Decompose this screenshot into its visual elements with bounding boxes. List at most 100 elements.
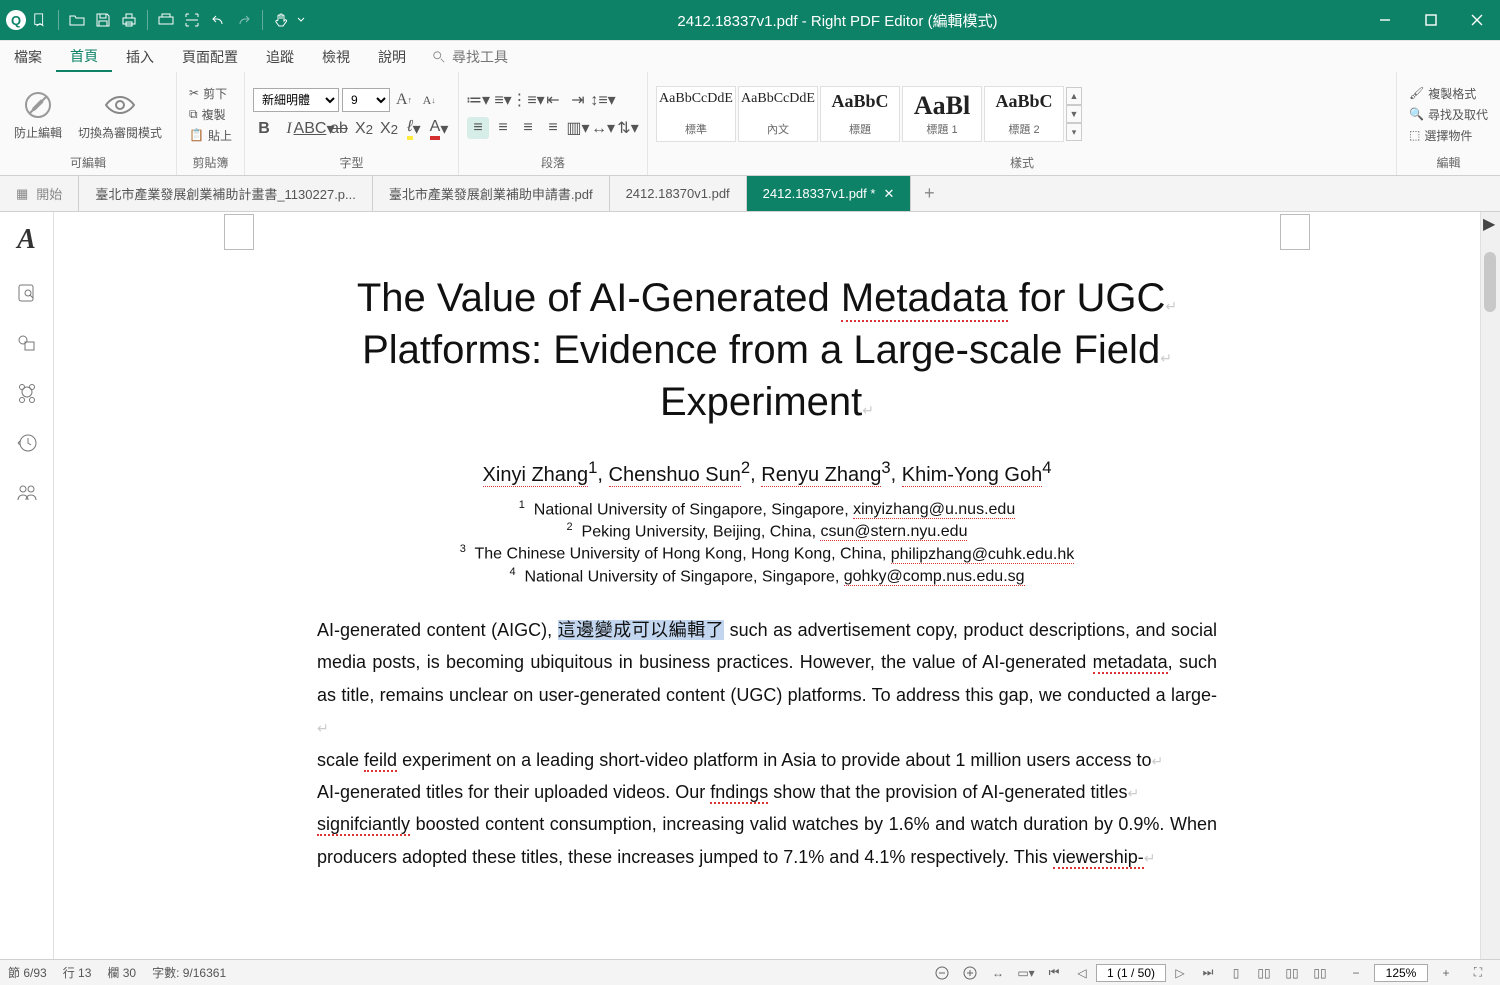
para-spacing-button[interactable]: ⇅▾ [617, 117, 639, 139]
bold-button[interactable]: B [253, 118, 275, 140]
history-panel-icon[interactable] [14, 430, 40, 456]
open-icon[interactable] [65, 8, 89, 32]
underline-button[interactable]: ABC▾ [303, 118, 325, 140]
next-page-icon[interactable]: ▷ [1166, 963, 1194, 983]
last-page-icon[interactable]: ⏭ [1194, 963, 1222, 983]
align-left-button[interactable]: ≡ [467, 117, 489, 139]
bullets-button[interactable]: ≔▾ [467, 89, 489, 111]
strike-button[interactable]: ab [328, 118, 350, 140]
style-title[interactable]: AaBbC標題 [820, 86, 900, 142]
style-body[interactable]: AaBbCcDdE內文 [738, 86, 818, 142]
maximize-button[interactable] [1408, 0, 1454, 40]
font-color-button[interactable]: A▾ [428, 118, 450, 140]
menu-layout[interactable]: 頁面配置 [168, 41, 252, 72]
teddy-panel-icon[interactable] [14, 380, 40, 406]
line-spacing-button[interactable]: ↕≡▾ [592, 89, 614, 111]
prev-page-icon[interactable]: ◁ [1068, 963, 1096, 983]
add-tab-button[interactable]: + [911, 176, 947, 211]
redo-icon[interactable] [232, 8, 256, 32]
hand-dropdown-icon[interactable] [295, 8, 307, 32]
copy-button[interactable]: ⧉複製 [185, 105, 236, 124]
hand-tool-icon[interactable] [269, 8, 293, 32]
menu-view[interactable]: 檢視 [308, 41, 364, 72]
close-button[interactable] [1454, 0, 1500, 40]
shrink-font-button[interactable]: A↓ [418, 89, 440, 111]
tab-doc-2[interactable]: 2412.18370v1.pdf [610, 176, 747, 211]
style-h1[interactable]: AaBl標題 1 [902, 86, 982, 142]
find-replace-button[interactable]: 🔍尋找及取代 [1405, 105, 1492, 124]
tab-start[interactable]: ▦開始 [0, 176, 79, 211]
app-icon[interactable]: Q [6, 10, 26, 30]
cut-button[interactable]: ✂剪下 [185, 84, 236, 103]
gallery-down-icon[interactable]: ▼ [1066, 105, 1082, 123]
protect-edit-button[interactable]: 防止編輯 [8, 86, 68, 143]
zoom-minus-icon[interactable]: − [1342, 963, 1370, 983]
gallery-up-icon[interactable]: ▲ [1066, 87, 1082, 105]
fit-width-icon[interactable]: ↔ [984, 963, 1012, 983]
toggle-review-button[interactable]: 切換為審閱模式 [72, 86, 168, 143]
first-page-icon[interactable]: ⏮ [1040, 963, 1068, 983]
tab-doc-1[interactable]: 臺北市產業發展創業補助申請書.pdf [373, 176, 610, 211]
page-number-field[interactable] [1096, 964, 1166, 982]
fullscreen-icon[interactable]: ⛶ [1464, 963, 1492, 983]
copy-format-button[interactable]: 🖌複製格式 [1405, 84, 1492, 103]
columns-button[interactable]: ▥▾ [567, 117, 589, 139]
font-size-select[interactable]: 9 [342, 88, 390, 112]
collab-panel-icon[interactable] [14, 480, 40, 506]
grow-font-button[interactable]: A↑ [393, 89, 415, 111]
char-spacing-button[interactable]: ↔▾ [592, 117, 614, 139]
zoom-in-icon[interactable] [956, 963, 984, 983]
fit-page-icon[interactable]: ▭▾ [1012, 963, 1040, 983]
paste-button[interactable]: 📋貼上 [185, 126, 236, 145]
zoom-out-icon[interactable] [928, 963, 956, 983]
align-center-button[interactable]: ≡ [492, 117, 514, 139]
tab-doc-0[interactable]: 臺北市產業發展創業補助計畫書_1130227.p... [79, 176, 373, 211]
select-object-button[interactable]: ⬚選擇物件 [1405, 126, 1492, 145]
menu-insert[interactable]: 插入 [112, 41, 168, 72]
style-normal[interactable]: AaBbCcDdE標準 [656, 86, 736, 142]
undo-icon[interactable] [206, 8, 230, 32]
font-name-select[interactable]: 新細明體 [253, 88, 339, 112]
search-panel-icon[interactable] [14, 280, 40, 306]
collapse-panel-icon[interactable]: ▶ [1483, 214, 1495, 234]
titlebar: Q 2412.18337v1.pdf - Right PDF Editor (編… [0, 0, 1500, 40]
book-icon[interactable]: ▯▯ [1306, 963, 1334, 983]
zoom-field[interactable] [1374, 964, 1428, 982]
superscript-button[interactable]: X2 [353, 118, 375, 140]
zoom-plus-icon[interactable]: + [1432, 963, 1460, 983]
print-icon[interactable] [117, 8, 141, 32]
close-tab-icon[interactable]: ✕ [883, 186, 894, 202]
find-replace-label: 尋找及取代 [1428, 106, 1488, 123]
minimize-button[interactable] [1362, 0, 1408, 40]
facing-icon[interactable]: ▯▯ [1278, 963, 1306, 983]
scrollbar-thumb[interactable] [1484, 252, 1496, 312]
shapes-panel-icon[interactable] [14, 330, 40, 356]
tab-doc-3[interactable]: 2412.18337v1.pdf *✕ [747, 176, 912, 211]
quickprint-icon[interactable] [154, 8, 178, 32]
menu-home[interactable]: 首頁 [56, 41, 112, 72]
right-scrollbar[interactable]: ▶ [1480, 212, 1500, 959]
indent-inc-button[interactable]: ⇥ [567, 89, 589, 111]
single-page-icon[interactable]: ▯ [1222, 963, 1250, 983]
menu-file[interactable]: 檔案 [0, 41, 56, 72]
page-corner-left [224, 214, 254, 250]
subscript-button[interactable]: X2 [378, 118, 400, 140]
continuous-icon[interactable]: ▯▯ [1250, 963, 1278, 983]
gallery-more-icon[interactable]: ▾ [1066, 123, 1082, 141]
text-tool-icon[interactable]: A [17, 224, 36, 256]
style-gallery: AaBbCcDdE標準 AaBbCcDdE內文 AaBbC標題 AaBl標題 1… [656, 86, 1082, 142]
multilevel-button[interactable]: ⋮≡▾ [517, 89, 539, 111]
document-canvas[interactable]: The Value of AI-Generated Metadata for U… [54, 212, 1480, 959]
style-h2[interactable]: AaBbC標題 2 [984, 86, 1064, 142]
scan-icon[interactable] [180, 8, 204, 32]
group-clipboard: ✂剪下 ⧉複製 📋貼上 剪貼簿 [177, 72, 245, 175]
menu-review[interactable]: 追蹤 [252, 41, 308, 72]
align-right-button[interactable]: ≡ [517, 117, 539, 139]
menu-help[interactable]: 說明 [364, 41, 420, 72]
find-input[interactable] [452, 49, 602, 65]
indent-dec-button[interactable]: ⇤ [542, 89, 564, 111]
save-icon[interactable] [91, 8, 115, 32]
align-justify-button[interactable]: ≡ [542, 117, 564, 139]
new-dropdown-icon[interactable] [28, 8, 52, 32]
highlight-button[interactable]: ℓ▾ [403, 118, 425, 140]
